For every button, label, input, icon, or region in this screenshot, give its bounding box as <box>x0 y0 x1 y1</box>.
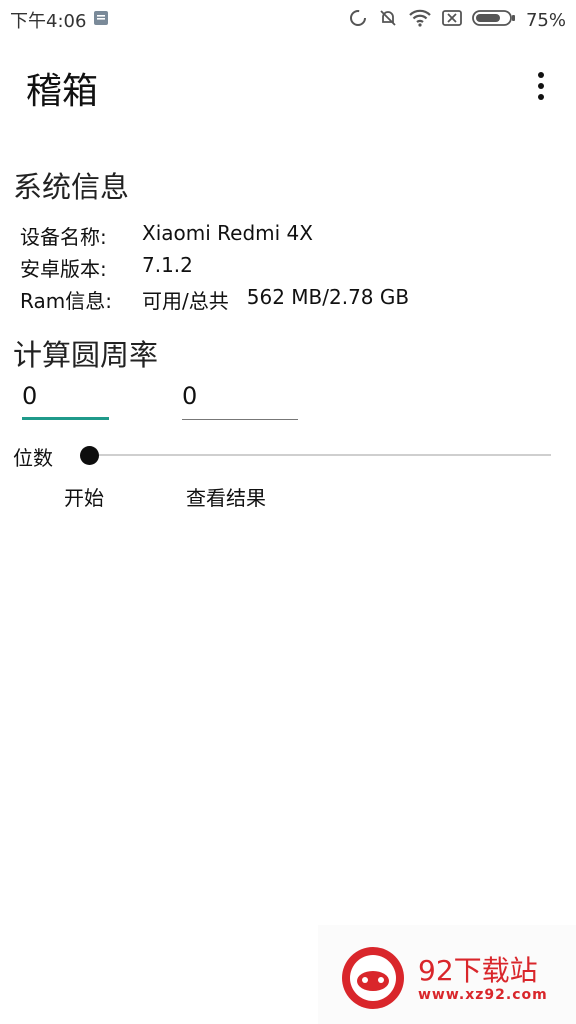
battery-percent: 75% <box>525 9 566 31</box>
start-button[interactable]: 开始 <box>64 482 104 511</box>
watermark-logo-icon <box>340 945 406 1011</box>
ram-info-label: Ram信息: <box>20 289 112 313</box>
sync-icon <box>348 8 368 33</box>
view-result-button[interactable]: 查看结果 <box>186 482 266 511</box>
wifi-icon <box>408 8 432 33</box>
digits-slider[interactable] <box>80 444 551 468</box>
pi-input-2[interactable]: 0 <box>182 378 298 420</box>
slider-track <box>80 454 551 456</box>
slider-thumb[interactable] <box>80 446 99 465</box>
android-version-label: 安卓版本: <box>20 257 107 281</box>
watermark-name: 92下载站 <box>418 954 538 987</box>
notification-app-icon <box>92 9 110 32</box>
battery-icon <box>472 9 516 32</box>
ram-available-label: 可用/总共 <box>142 289 229 313</box>
more-vert-icon[interactable] <box>526 66 556 106</box>
app-title: 稽箱 <box>26 71 99 112</box>
pi-calc-title: 计算圆周率 <box>13 338 159 372</box>
watermark: 92下载站 www.xz92.com <box>318 925 576 1024</box>
sim-error-icon <box>442 9 462 32</box>
do-not-disturb-icon <box>378 8 398 33</box>
system-info-title: 系统信息 <box>13 170 130 204</box>
device-name-label: 设备名称: <box>20 225 107 249</box>
ram-info-value: 562 MB/2.78 GB <box>246 285 410 309</box>
app-bar: 稽箱 <box>0 44 576 128</box>
android-version-value: 7.1.2 <box>142 253 193 277</box>
android-version-row: 安卓版本: 7.1.2 <box>20 253 193 282</box>
status-bar: 下午4:06 75% <box>0 0 576 40</box>
pi-input-1[interactable]: 0 <box>22 378 109 420</box>
ram-info-row: Ram信息: 可用/总共 562 MB/2.78 GB <box>20 285 409 314</box>
status-time: 下午4:06 <box>10 11 87 32</box>
device-name-row: 设备名称: Xiaomi Redmi 4X <box>20 221 313 250</box>
digits-label: 位数 <box>13 446 53 470</box>
watermark-url: www.xz92.com <box>418 987 548 1003</box>
device-name-value: Xiaomi Redmi 4X <box>142 221 313 245</box>
